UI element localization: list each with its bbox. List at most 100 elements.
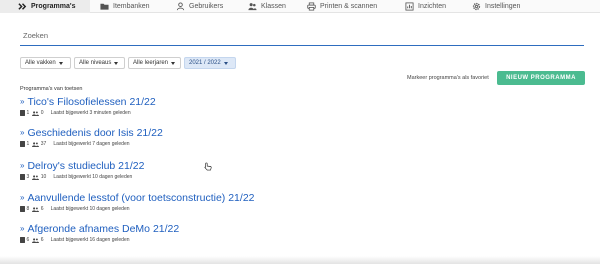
printer-icon	[307, 2, 316, 11]
program-meta: 1 37 Laatst bijgewerkt 7 dagen geleden	[20, 141, 163, 147]
filter-label: 2021 / 2022	[189, 60, 221, 66]
users-icon	[32, 174, 40, 180]
list-item: » Tico's Filosofielessen 21/22 1 0 Laats…	[20, 96, 156, 116]
tab-gebruikers[interactable]: Gebruikers	[176, 0, 223, 13]
students-count: 0	[40, 110, 44, 116]
program-title-link[interactable]: » Geschiedenis door Isis 21/22	[20, 127, 163, 139]
program-title-link[interactable]: » Delroy's studieclub 21/22	[20, 160, 144, 172]
caret-down-icon	[58, 61, 63, 65]
docs-badge: 8	[20, 206, 29, 212]
filter-vakken-dropdown[interactable]: Alle vakken	[20, 57, 71, 69]
new-program-button[interactable]: NIEUW PROGRAMMA	[497, 71, 585, 85]
tab-klassen[interactable]: Klassen	[248, 0, 286, 13]
students-count: 10	[40, 174, 47, 180]
caret-down-icon	[223, 61, 228, 65]
list-item: » Afgeronde afnames DeMo 21/22 6 6 Laats…	[20, 223, 179, 243]
program-title-link[interactable]: » Tico's Filosofielessen 21/22	[20, 96, 156, 108]
docs-count: 1	[26, 110, 30, 116]
program-meta: 3 10 Laatst bijgewerkt 10 dagen geleden	[20, 174, 144, 180]
students-count: 6	[40, 237, 44, 243]
tab-programmas[interactable]: Programma's	[0, 0, 90, 13]
students-badge: 10	[32, 174, 46, 180]
docs-badge: 3	[20, 174, 29, 180]
section-title: Programma's van toetsen	[20, 86, 83, 92]
chevron-right-icon: »	[20, 161, 25, 170]
document-icon	[20, 237, 25, 243]
students-badge: 0	[32, 110, 44, 116]
caret-down-icon	[171, 61, 176, 65]
program-title: Tico's Filosofielessen 21/22	[27, 96, 156, 108]
program-title: Aanvullende lesstof (voor toetsconstruct…	[27, 192, 255, 204]
users-icon	[32, 237, 40, 243]
students-count: 6	[40, 206, 44, 212]
tab-label: Programma's	[31, 3, 76, 10]
tab-label: Gebruikers	[189, 3, 224, 10]
chevrons-icon	[18, 2, 27, 11]
program-meta: 1 0 Laatst bijgewerkt 3 minuten geleden	[20, 110, 156, 116]
list-item: » Aanvullende lesstof (voor toetsconstru…	[20, 192, 255, 212]
chevron-right-icon: »	[20, 224, 25, 233]
docs-count: 8	[26, 206, 30, 212]
favorite-hint: Markeer programma's als favoriet	[407, 75, 489, 81]
program-title-link[interactable]: » Afgeronde afnames DeMo 21/22	[20, 223, 179, 235]
students-badge: 37	[32, 141, 46, 147]
tab-label: Klassen	[261, 3, 286, 10]
last-updated: Laatst bijgewerkt 10 dagen geleden	[50, 206, 130, 212]
document-icon	[20, 206, 25, 212]
chevron-right-icon: »	[20, 97, 25, 106]
document-icon	[20, 141, 25, 147]
last-updated: Laatst bijgewerkt 7 dagen geleden	[53, 141, 130, 147]
chevron-right-icon: »	[20, 128, 25, 137]
program-meta: 6 6 Laatst bijgewerkt 16 dagen geleden	[20, 237, 179, 243]
gear-icon	[472, 2, 481, 11]
tab-instellingen[interactable]: Instellingen	[472, 0, 520, 13]
tab-label: Instellingen	[485, 3, 521, 10]
program-title-link[interactable]: » Aanvullende lesstof (voor toetsconstru…	[20, 192, 255, 204]
chart-icon	[405, 2, 414, 11]
folder-icon	[100, 2, 109, 11]
caret-down-icon	[114, 61, 119, 65]
last-updated: Laatst bijgewerkt 3 minuten geleden	[50, 110, 131, 116]
students-badge: 6	[32, 237, 44, 243]
filter-label: Alle vakken	[25, 60, 56, 66]
hand-cursor-icon	[204, 162, 212, 171]
users-icon	[32, 110, 40, 116]
last-updated: Laatst bijgewerkt 10 dagen geleden	[53, 174, 133, 180]
list-item: » Delroy's studieclub 21/22 3 10 Laatst …	[20, 160, 144, 180]
students-badge: 6	[32, 206, 44, 212]
filter-label: Alle leerjaren	[133, 60, 169, 66]
program-meta: 8 6 Laatst bijgewerkt 10 dagen geleden	[20, 206, 255, 212]
users-icon	[32, 206, 40, 212]
program-title: Geschiedenis door Isis 21/22	[27, 127, 163, 139]
tab-label: Printen & scannen	[320, 3, 378, 10]
docs-count: 1	[26, 141, 30, 147]
docs-badge: 6	[20, 237, 29, 243]
filter-schooljaar-dropdown[interactable]: 2021 / 2022	[184, 57, 236, 69]
tab-label: Inzichten	[418, 3, 447, 10]
user-icon	[176, 2, 185, 11]
tab-printen-scannen[interactable]: Printen & scannen	[307, 0, 377, 13]
bottom-shadow	[0, 256, 600, 264]
tab-itembanken[interactable]: Itembanken	[100, 0, 150, 13]
search-input[interactable]	[20, 26, 584, 46]
document-icon	[20, 110, 25, 116]
top-navigation: Programma's Itembanken Gebruikers Klasse…	[0, 0, 600, 13]
docs-count: 3	[26, 174, 30, 180]
students-count: 37	[40, 141, 47, 147]
users-icon	[248, 2, 257, 11]
program-title: Delroy's studieclub 21/22	[27, 160, 145, 172]
document-icon	[20, 174, 25, 180]
chevron-right-icon: »	[20, 193, 25, 202]
docs-badge: 1	[20, 110, 29, 116]
program-title: Afgeronde afnames DeMo 21/22	[27, 223, 180, 235]
filter-leerjaren-dropdown[interactable]: Alle leerjaren	[128, 57, 181, 69]
filter-label: Alle niveaus	[79, 60, 112, 66]
tab-label: Itembanken	[113, 3, 150, 10]
docs-count: 6	[26, 237, 30, 243]
users-icon	[32, 141, 40, 147]
last-updated: Laatst bijgewerkt 16 dagen geleden	[50, 237, 130, 243]
docs-badge: 1	[20, 141, 29, 147]
tab-inzichten[interactable]: Inzichten	[405, 0, 446, 13]
list-item: » Geschiedenis door Isis 21/22 1 37 Laat…	[20, 127, 163, 147]
filter-niveaus-dropdown[interactable]: Alle niveaus	[74, 57, 125, 69]
